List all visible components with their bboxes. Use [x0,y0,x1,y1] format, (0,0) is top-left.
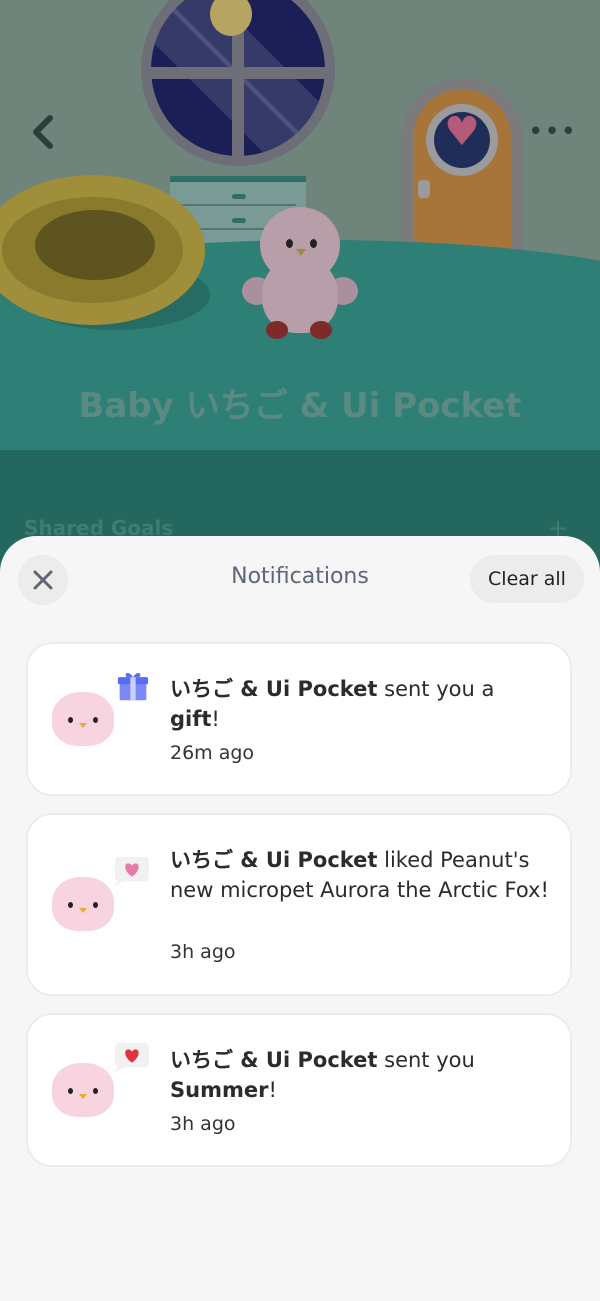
notification-card[interactable]: いちご & Ui Pocket liked Peanut's new micro… [26,813,572,996]
door-heart-icon: ♥ [444,109,480,155]
more-options-icon[interactable]: ••• [528,119,577,145]
avatar [52,692,114,746]
notification-card[interactable]: いちご & Ui Pocket sent you Summer! 3h ago [26,1013,572,1167]
notifications-sheet: Notifications Clear all いちご & Ui Pocket … [0,536,600,1301]
red-heart-bubble-icon [115,1042,149,1073]
pet-title: Baby いちご & Ui Pocket [78,386,522,426]
notification-text: いちご & Ui Pocket liked Peanut's new micro… [170,848,549,902]
pet-chick [242,207,358,339]
avatar [52,1063,114,1117]
notification-time: 3h ago [170,941,236,963]
back-chevron-icon[interactable] [24,112,64,152]
notification-text: いちご & Ui Pocket sent you a gift! [170,677,495,731]
notification-text: いちご & Ui Pocket sent you Summer! [170,1048,475,1102]
door-handle [418,180,430,198]
notification-time: 3h ago [170,1113,236,1135]
notification-time: 26m ago [170,742,255,764]
pink-heart-bubble-icon [115,856,149,887]
avatar [52,877,114,931]
clear-all-button[interactable]: Clear all [470,555,584,603]
notification-card[interactable]: いちご & Ui Pocket sent you a gift! 26m ago [26,642,572,796]
gift-icon [117,673,149,701]
